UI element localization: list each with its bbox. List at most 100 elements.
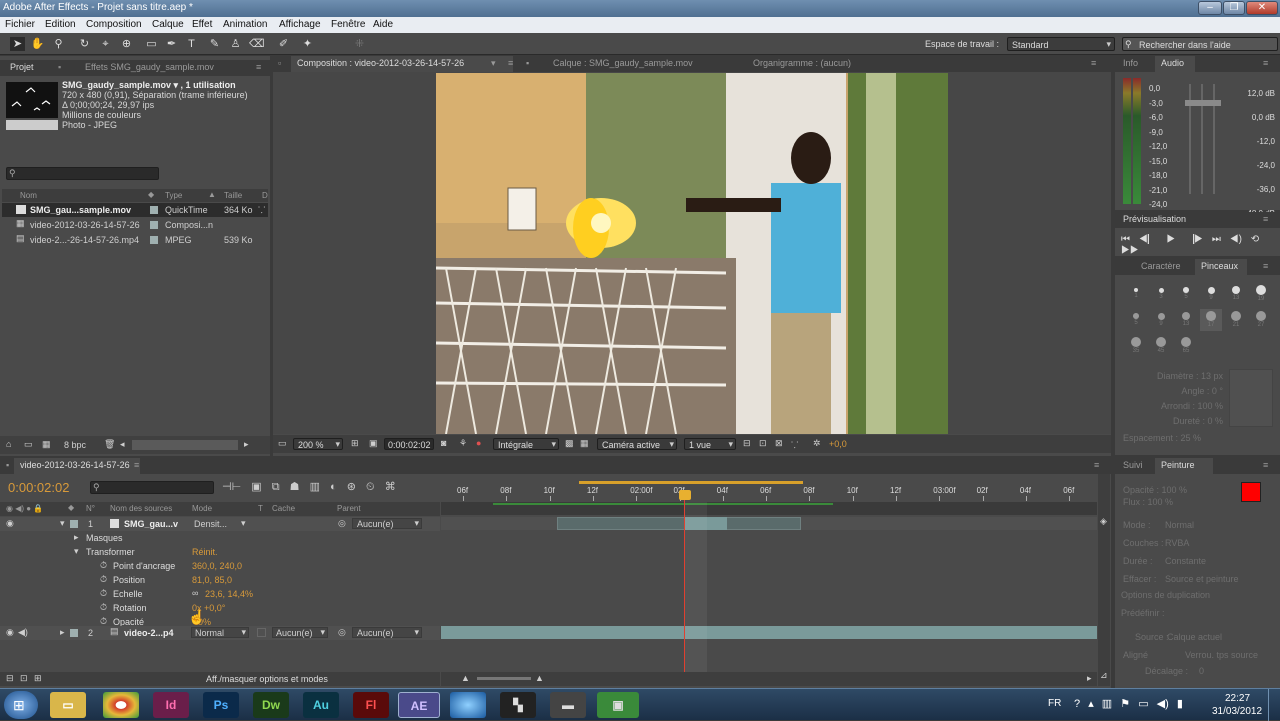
camera-tool-icon[interactable]: ⌖ bbox=[98, 37, 113, 51]
expand-collapse-icon[interactable]: ⊟ bbox=[6, 673, 14, 684]
menu-calque[interactable]: Calque bbox=[152, 19, 184, 30]
menu-affichage[interactable]: Affichage bbox=[279, 19, 321, 30]
layer-row-2[interactable]: ◉ ◀) ▸ 2 ▤ video-2...p4 Normal ▾ Aucun(e… bbox=[0, 626, 440, 640]
effects-tab-icon[interactable]: ▪ bbox=[58, 62, 61, 72]
paint-erase-value[interactable]: Source et peinture bbox=[1165, 570, 1239, 588]
transfer-controls-icon[interactable]: ⊡ bbox=[20, 673, 28, 684]
live-update-icon[interactable]: ▣ bbox=[251, 481, 261, 493]
pickwhip-icon[interactable]: ◎ bbox=[338, 518, 346, 529]
brush-tip[interactable]: 5 bbox=[1125, 309, 1147, 331]
brush-tip[interactable]: 21 bbox=[1225, 309, 1247, 331]
offset-value[interactable]: 0 bbox=[1199, 666, 1204, 676]
brush-tip[interactable]: 35 bbox=[1125, 335, 1147, 357]
parent-select[interactable]: Aucun(e) ▾ bbox=[352, 627, 422, 638]
clock-date[interactable]: 31/03/2012 bbox=[1212, 706, 1262, 717]
tab-flowchart[interactable]: Organigramme : (aucun) bbox=[753, 58, 851, 68]
text-tool-icon[interactable]: T bbox=[184, 37, 199, 51]
axis-mode-icon[interactable]: ⁜ bbox=[352, 37, 367, 51]
menu-animation[interactable]: Animation bbox=[223, 19, 267, 30]
expand-triangle-icon[interactable]: ▸ bbox=[74, 532, 79, 543]
panel-menu-icon[interactable]: ≡ bbox=[1094, 460, 1099, 470]
scroll-right-icon[interactable]: ▸ bbox=[1087, 673, 1092, 684]
exposure-icon[interactable]: ✲ bbox=[813, 438, 821, 449]
taskbar-dreamweaver[interactable]: Dw bbox=[253, 692, 289, 718]
tab-effects[interactable]: Effets SMG_gaudy_sample.mov bbox=[85, 62, 214, 72]
maximize-button[interactable]: ❐ bbox=[1223, 1, 1245, 15]
trash-icon[interactable]: 🗑 bbox=[104, 439, 115, 450]
motion-blur-icon[interactable]: ◐ bbox=[330, 481, 337, 493]
layer-bar-1[interactable] bbox=[557, 517, 801, 530]
signal-icon[interactable]: ▮ bbox=[1177, 698, 1183, 710]
tab-composition[interactable]: Composition : video-2012-03-26-14-57-26 bbox=[297, 58, 464, 68]
lock-icon[interactable]: ▫ bbox=[278, 58, 281, 68]
in-out-icon[interactable]: ⊞ bbox=[34, 673, 42, 684]
language-indicator[interactable]: FR bbox=[1048, 698, 1061, 709]
col-type[interactable]: Type bbox=[165, 191, 182, 200]
aligned-checkbox-label[interactable]: Aligné bbox=[1123, 650, 1148, 660]
loop-icon[interactable]: ⟲ bbox=[1251, 234, 1259, 245]
current-time[interactable]: 0:00:02:02 bbox=[8, 480, 69, 495]
clock-time[interactable]: 22:27 bbox=[1225, 693, 1250, 704]
comp-button-icon[interactable]: ◈ bbox=[1100, 516, 1107, 527]
brush-tool-icon[interactable]: ✎ bbox=[207, 37, 222, 51]
col-mode[interactable]: Mode bbox=[192, 504, 212, 513]
zoom-icon[interactable]: ⊿ bbox=[1100, 670, 1108, 681]
panel-menu-icon[interactable]: ≡ bbox=[1263, 58, 1268, 68]
layer-tab-icon[interactable]: ▪ bbox=[526, 58, 529, 68]
interpret-footage-icon[interactable]: ⌂ bbox=[6, 439, 11, 449]
project-item[interactable]: ▦ video-2012-03-26-14-57-26 Composi...n bbox=[2, 218, 268, 232]
taskbar-explorer[interactable]: ▭ bbox=[50, 692, 86, 718]
menu-composition[interactable]: Composition bbox=[86, 19, 142, 30]
exposure-value[interactable]: +0,0 bbox=[829, 439, 847, 449]
tray-chevron-icon[interactable]: ▴ bbox=[1088, 698, 1094, 710]
rectangle-tool-icon[interactable]: ▭ bbox=[144, 37, 159, 51]
brush-tip[interactable]: 17 bbox=[1200, 309, 1222, 331]
position-value[interactable]: 81,0, 85,0 bbox=[192, 575, 232, 585]
transparency-grid-icon[interactable]: ▩ bbox=[565, 438, 574, 449]
expand-triangle-icon[interactable]: ▸ bbox=[60, 627, 65, 638]
layer-bar-2[interactable] bbox=[441, 626, 1097, 639]
views-select[interactable]: 1 vue ▾ bbox=[684, 438, 736, 450]
new-folder-icon[interactable]: ▭ bbox=[24, 439, 33, 450]
hide-shy-icon[interactable]: ☗ bbox=[290, 481, 300, 493]
audio-icon[interactable]: ◀) bbox=[18, 627, 28, 638]
channel-icon[interactable]: ● bbox=[476, 438, 481, 448]
toggle-switches-modes[interactable]: Aff./masquer options et modes bbox=[206, 674, 328, 684]
bpc-label[interactable]: 8 bpc bbox=[64, 440, 86, 450]
region-of-interest-icon[interactable]: ▣ bbox=[369, 438, 378, 449]
minimize-button[interactable]: – bbox=[1198, 1, 1222, 15]
volume-icon[interactable]: ◀) bbox=[1157, 698, 1169, 710]
clone-stamp-tool-icon[interactable]: ♙ bbox=[228, 37, 243, 51]
stopwatch-icon[interactable]: ⏱ bbox=[100, 588, 107, 599]
brush-tip[interactable]: 9 bbox=[1150, 309, 1172, 331]
time-indicator-line[interactable] bbox=[684, 498, 685, 686]
pan-behind-tool-icon[interactable]: ⊕ bbox=[119, 37, 134, 51]
scroll-left-icon[interactable]: ◂ bbox=[120, 439, 125, 450]
tab-timeline[interactable]: video-2012-03-26-14-57-26 bbox=[20, 460, 130, 470]
col-name[interactable]: Nom bbox=[20, 191, 37, 200]
source-value[interactable]: Calque actuel bbox=[1167, 632, 1222, 642]
tab-brushes[interactable]: Pinceaux bbox=[1201, 261, 1238, 271]
col-t[interactable]: T bbox=[258, 504, 263, 513]
resolution-select[interactable]: Intégrale ▾ bbox=[493, 438, 559, 450]
zoom-slider[interactable] bbox=[477, 677, 531, 680]
tab-audio[interactable]: Audio bbox=[1161, 58, 1184, 68]
layer-search-input[interactable]: ⚲ bbox=[90, 481, 214, 494]
play-icon[interactable]: ▶ bbox=[1166, 234, 1175, 245]
timeline-icon[interactable]: ⊠ bbox=[775, 438, 783, 449]
position-row[interactable]: ⏱ Position 81,0, 85,0 bbox=[0, 573, 440, 587]
trackmatte-select[interactable]: Aucun(e) ▾ bbox=[272, 627, 328, 638]
stopwatch-icon[interactable]: ⏱ bbox=[100, 602, 107, 613]
brush-tip[interactable]: 65 bbox=[1175, 335, 1197, 357]
fast-preview-icon[interactable]: ⊡ bbox=[759, 438, 767, 449]
close-button[interactable]: ✕ bbox=[1246, 1, 1278, 15]
network-icon[interactable]: ▥ bbox=[1102, 698, 1112, 710]
viewer-canvas[interactable] bbox=[273, 72, 1111, 434]
taskbar-globe[interactable] bbox=[450, 692, 486, 718]
menu-aide[interactable]: Aide bbox=[373, 19, 393, 30]
scale-value[interactable]: 23,6, 14,4% bbox=[205, 589, 253, 599]
brush-tip[interactable]: 1 bbox=[1125, 283, 1147, 305]
volume-handles[interactable] bbox=[1185, 100, 1221, 106]
zoom-in-icon[interactable]: ▲ bbox=[535, 673, 544, 683]
lock-source-time-label[interactable]: Verrou. tps source bbox=[1185, 650, 1258, 660]
